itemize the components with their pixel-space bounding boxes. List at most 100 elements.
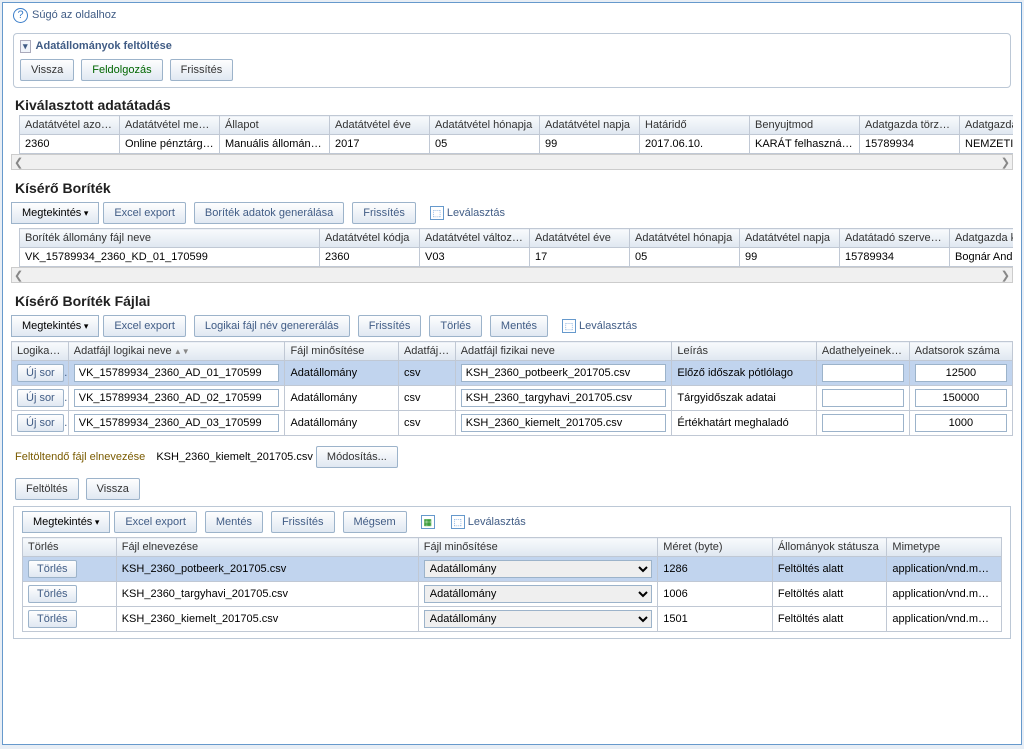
- excel-button2[interactable]: Excel export: [103, 315, 186, 337]
- th[interactable]: Adatátvétel megnevezése: [120, 116, 220, 135]
- help-link[interactable]: Súgó az oldalhoz: [3, 3, 1021, 28]
- frissites-button2[interactable]: Frissítés: [352, 202, 416, 224]
- excel-button[interactable]: Excel export: [103, 202, 186, 224]
- table-row[interactable]: Új sorAdatállománycsvÉrtékhatárt meghala…: [12, 411, 1013, 436]
- td: Manuális állomány…: [220, 135, 330, 154]
- th[interactable]: Állományok státusza: [772, 538, 887, 557]
- panel-title[interactable]: Adatállományok feltöltése: [20, 40, 1004, 53]
- torles-row-button[interactable]: Törlés: [28, 560, 77, 578]
- export-icon-link[interactable]: ▦: [415, 511, 441, 533]
- td: 2360: [20, 135, 120, 154]
- th[interactable]: Benyujtmod: [750, 116, 860, 135]
- th[interactable]: Méret (byte): [658, 538, 773, 557]
- modositas-button[interactable]: Módosítás...: [316, 446, 398, 468]
- adathely-input[interactable]: [822, 364, 904, 382]
- adathely-input[interactable]: [822, 414, 904, 432]
- sec2-table: Boríték állomány fájl neve Adatátvétel k…: [19, 228, 1013, 267]
- h-scrollbar[interactable]: ❮❯: [11, 154, 1013, 170]
- th[interactable]: Adatátvétel napja: [540, 116, 640, 135]
- uj-sor-button[interactable]: Új sor: [17, 364, 64, 382]
- vissza-button2[interactable]: Vissza: [86, 478, 140, 500]
- table-row[interactable]: Új sorAdatállománycsvTárgyidőszak adatai: [12, 386, 1013, 411]
- table-row[interactable]: Törlés KSH_2360_potbeerk_201705.csv Adatál…: [23, 557, 1002, 582]
- th[interactable]: Adatgazda kapcsolattart: [950, 229, 1014, 248]
- th[interactable]: Adatfájl logikai neve: [68, 342, 285, 361]
- megtekintes-dropdown3[interactable]: Megtekintés: [22, 511, 110, 533]
- sec1-title: Kiválasztott adatátadás: [3, 93, 1021, 115]
- th[interactable]: Törlés: [23, 538, 117, 557]
- mentes-button[interactable]: Mentés: [490, 315, 548, 337]
- th[interactable]: Adatátvétel hónapja: [430, 116, 540, 135]
- table-row[interactable]: TörlésKSH_2360_kiemelt_201705.csvAdatáll…: [23, 607, 1002, 632]
- excel-button3[interactable]: Excel export: [114, 511, 197, 533]
- th[interactable]: Boríték állomány fájl neve: [20, 229, 320, 248]
- levalasztas-link2[interactable]: ⬚Leválasztás: [556, 315, 643, 337]
- table-row[interactable]: Új sorAdatállománycsvElőző időszak pótló…: [12, 361, 1013, 386]
- table-row[interactable]: Törlés KSH_2360_targyhavi_201705.csv Adatá…: [23, 582, 1002, 607]
- torles-row-button[interactable]: Törlés: [28, 610, 77, 628]
- levalasztas-link[interactable]: ⬚Leválasztás: [424, 202, 511, 224]
- frissites-button3[interactable]: Frissítés: [358, 315, 422, 337]
- td: Feltöltés alatt: [772, 582, 887, 607]
- th[interactable]: Fájl elnevezése: [116, 538, 418, 557]
- sec3-title: Kísérő Boríték Fájlai: [3, 289, 1021, 311]
- th[interactable]: Fájl minősítése: [285, 342, 399, 361]
- uj-sor-button[interactable]: Új sor: [17, 389, 64, 407]
- adatsorok-input[interactable]: [915, 364, 1007, 382]
- scroll-left-icon: ❮: [14, 156, 23, 169]
- logikai-input[interactable]: [74, 364, 280, 382]
- megtekintes-dropdown[interactable]: Megtekintés: [11, 202, 99, 224]
- megtekintes-dropdown2[interactable]: Megtekintés: [11, 315, 99, 337]
- fizikai-input[interactable]: [461, 389, 667, 407]
- th[interactable]: Adatátvétel kódja: [320, 229, 420, 248]
- th[interactable]: Adatátvétel éve: [530, 229, 630, 248]
- th[interactable]: Adatfájl fizikai neve: [455, 342, 672, 361]
- th[interactable]: Logikai fájlnév másolása: [12, 342, 69, 361]
- fizikai-input[interactable]: [461, 414, 667, 432]
- th[interactable]: Leírás: [672, 342, 816, 361]
- adatsorok-input[interactable]: [915, 389, 1007, 407]
- th[interactable]: Adatgazda: [960, 116, 1014, 135]
- minosites-select[interactable]: Adatállomány: [424, 560, 653, 578]
- vissza-button[interactable]: Vissza: [20, 59, 74, 81]
- th[interactable]: Adatátadó szervezet törzsszám: [840, 229, 950, 248]
- td: KSH_2360_potbeerk_201705.csv: [116, 557, 418, 582]
- feldolgozas-button[interactable]: Feldolgozás: [81, 59, 162, 81]
- boritek-gen-button[interactable]: Boríték adatok generálása: [194, 202, 344, 224]
- logikai-input[interactable]: [74, 414, 280, 432]
- torles-button[interactable]: Törlés: [429, 315, 482, 337]
- megsem-button[interactable]: Mégsem: [343, 511, 407, 533]
- uj-sor-button[interactable]: Új sor: [17, 414, 64, 432]
- mentes-button2[interactable]: Mentés: [205, 511, 263, 533]
- frissites-button[interactable]: Frissítés: [170, 59, 234, 81]
- td: 2360: [320, 248, 420, 267]
- feltoltes-button[interactable]: Feltöltés: [15, 478, 79, 500]
- adatsorok-input[interactable]: [915, 414, 1007, 432]
- th[interactable]: Adatátvétel napja: [740, 229, 840, 248]
- th[interactable]: Adatátvétel azonosítója: [20, 116, 120, 135]
- td: KSH_2360_targyhavi_201705.csv: [116, 582, 418, 607]
- th[interactable]: Adatátvétel éve: [330, 116, 430, 135]
- th[interactable]: Fájl minősítése: [418, 538, 658, 557]
- th[interactable]: Állapot: [220, 116, 330, 135]
- th[interactable]: Adatfájlok típusa: [398, 342, 455, 361]
- th[interactable]: Határidő: [640, 116, 750, 135]
- torles-row-button[interactable]: Törlés: [28, 585, 77, 603]
- th[interactable]: Adatátvétel változat azonosító: [420, 229, 530, 248]
- logikai-input[interactable]: [74, 389, 280, 407]
- sec3-table: Logikai fájlnév másolása Adatfájl logika…: [11, 341, 1013, 436]
- adathely-input[interactable]: [822, 389, 904, 407]
- th[interactable]: Adatátvétel hónapja: [630, 229, 740, 248]
- logikai-gen-button[interactable]: Logikai fájl név genererálás: [194, 315, 350, 337]
- th[interactable]: Adatsorok száma: [909, 342, 1012, 361]
- th[interactable]: Adatgazda törzsszáma: [860, 116, 960, 135]
- minosites-select[interactable]: Adatállomány: [424, 585, 653, 603]
- minosites-select[interactable]: Adatállomány: [424, 610, 653, 628]
- levalasztas-link3[interactable]: ⬚Leválasztás: [445, 511, 532, 533]
- th[interactable]: Mimetype: [887, 538, 1002, 557]
- th[interactable]: Adathelyeinek száma: [816, 342, 909, 361]
- frissites-button4[interactable]: Frissítés: [271, 511, 335, 533]
- h-scrollbar2[interactable]: ❮❯: [11, 267, 1013, 283]
- sec4-table: Törlés Fájl elnevezése Fájl minősítése M…: [22, 537, 1002, 632]
- fizikai-input[interactable]: [461, 364, 667, 382]
